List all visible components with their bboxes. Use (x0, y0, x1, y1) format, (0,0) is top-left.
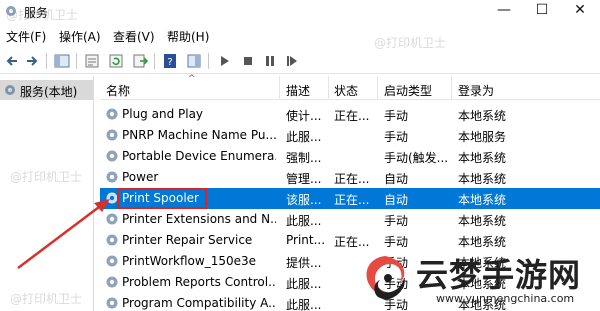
cell-log-on-as: 本地服务 (458, 130, 507, 144)
list-header: ^ 名称 描述 状态 启动类型 登录为 (100, 74, 600, 100)
cell-description: Print... (286, 233, 326, 247)
cell-startup-type: 自动 (384, 172, 409, 186)
service-gear-icon (106, 255, 118, 267)
restart-service-icon[interactable] (284, 53, 300, 69)
table-row[interactable]: Printer Extensions and N... 此服... 手动 本地系统 (100, 209, 600, 230)
cell-description: 强制... (286, 151, 322, 165)
cell-description: 此服... (286, 130, 322, 144)
tree-item-label: 服务(本地) (20, 85, 78, 99)
cell-startup-type: 手动 (384, 109, 409, 123)
column-divider[interactable] (451, 76, 452, 100)
column-header-name[interactable]: 名称 (106, 82, 130, 99)
cell-status: 正在... (334, 172, 370, 186)
brand-name: 云梦手游网 (416, 256, 582, 294)
help-icon[interactable]: ? (162, 53, 178, 69)
cell-name: Printer Extensions and N... (122, 212, 276, 226)
cell-description: 此服... (286, 277, 322, 291)
service-gear-icon (106, 213, 118, 225)
service-gear-icon (106, 129, 118, 141)
brand-url: www.yunmengchina.com (436, 292, 575, 305)
export-list-icon[interactable] (132, 53, 148, 69)
cell-status: 正在... (334, 193, 370, 207)
minimize-button[interactable]: — (484, 0, 524, 22)
column-divider[interactable] (279, 76, 280, 100)
column-header-startup-type[interactable]: 启动类型 (384, 82, 432, 99)
cell-log-on-as: 本地系统 (458, 172, 507, 186)
column-divider[interactable] (377, 76, 378, 100)
refresh-icon[interactable] (108, 53, 124, 69)
toolbar-separator (208, 53, 209, 69)
cell-description: 此服... (286, 214, 322, 228)
cell-name: PrintWorkflow_150e3e (122, 254, 257, 268)
cell-name: Power (122, 170, 159, 184)
table-row[interactable]: PNRP Machine Name Pu... 此服... 手动 本地服务 (100, 125, 600, 146)
toolbar: ? (0, 48, 600, 74)
cell-startup-type: 手动 (384, 130, 409, 144)
cell-status: 正在... (334, 109, 370, 123)
watermark: @打印机卫士 (374, 36, 447, 50)
maximize-button[interactable]: ☐ (522, 0, 562, 22)
cell-name: PNRP Machine Name Pu... (122, 128, 276, 142)
watermark: @打印机卫士 (10, 292, 83, 306)
cell-name: Printer Repair Service (122, 233, 253, 247)
cell-name: Program Compatibility A... (122, 296, 276, 310)
toolbar-separator (76, 53, 77, 69)
stop-service-icon[interactable] (240, 53, 256, 69)
console-tree: 服务(本地) (0, 76, 94, 311)
column-divider[interactable] (328, 76, 329, 100)
cell-log-on-as: 本地系统 (458, 109, 507, 123)
table-row[interactable]: Portable Device Enumera... 强制... 手动(触发... 本… (100, 146, 600, 167)
watermark: @打印机卫士 (10, 170, 83, 184)
service-gear-icon (106, 108, 118, 120)
toolbar-separator (154, 53, 155, 69)
table-row[interactable]: Plug and Play 使计... 正在... 手动 本地系统 (100, 104, 600, 125)
title-bar: 服务 — ☐ ✕ (0, 0, 600, 24)
menu-help[interactable]: 帮助(H) (167, 28, 209, 45)
console-tree-icon[interactable] (54, 53, 70, 69)
cell-startup-type: 手动(触发... (384, 151, 449, 165)
cell-log-on-as: 本地系统 (458, 151, 507, 165)
cell-description: 管理... (286, 172, 322, 186)
cell-name: Portable Device Enumera... (122, 149, 276, 163)
column-header-log-on-as[interactable]: 登录为 (458, 82, 494, 99)
brand-logo: 云梦手游网 www.yunmengchina.com (358, 248, 600, 311)
service-gear-icon (106, 171, 118, 183)
close-button[interactable]: ✕ (560, 0, 600, 22)
column-header-description[interactable]: 描述 (286, 82, 310, 99)
sort-ascending-icon: ^ (188, 74, 196, 84)
column-header-status[interactable]: 状态 (334, 82, 358, 99)
svg-text:?: ? (167, 57, 172, 68)
gear-icon (5, 85, 15, 95)
toolbar-separator (46, 53, 47, 69)
cell-name: Problem Reports Control... (122, 275, 276, 289)
cell-description: 此服... (286, 298, 322, 311)
service-gear-icon (106, 234, 118, 246)
pause-service-icon[interactable] (262, 53, 278, 69)
cell-name: Plug and Play (122, 107, 204, 121)
menu-bar: 文件(F) 操作(A) 查看(V) 帮助(H) (0, 26, 600, 46)
cell-log-on-as: 本地系统 (458, 193, 507, 207)
cell-log-on-as: 本地系统 (458, 214, 507, 228)
start-service-icon[interactable] (216, 53, 232, 69)
table-row[interactable]: Power 管理... 正在... 自动 本地系统 (100, 167, 600, 188)
tree-item-services-local[interactable]: 服务(本地) (0, 80, 93, 100)
show-hide-pane-icon[interactable] (186, 53, 202, 69)
service-gear-icon (106, 297, 118, 309)
properties-icon[interactable] (84, 53, 100, 69)
service-gear-icon (106, 150, 118, 162)
watermark: @打印机卫士 (6, 8, 79, 22)
cell-startup-type: 手动 (384, 214, 409, 228)
service-gear-icon (106, 276, 118, 288)
cell-description: 使计... (286, 109, 322, 123)
menu-action[interactable]: 操作(A) (59, 28, 101, 45)
cell-description: 提供... (286, 256, 322, 270)
forward-arrow-icon[interactable] (24, 53, 40, 69)
cell-description: 该服... (286, 193, 322, 207)
cell-startup-type: 自动 (384, 193, 409, 207)
back-arrow-icon[interactable] (4, 53, 20, 69)
menu-file[interactable]: 文件(F) (6, 28, 46, 45)
menu-view[interactable]: 查看(V) (113, 28, 155, 45)
brand-swirl-icon (366, 256, 405, 300)
highlight-box (117, 188, 207, 209)
